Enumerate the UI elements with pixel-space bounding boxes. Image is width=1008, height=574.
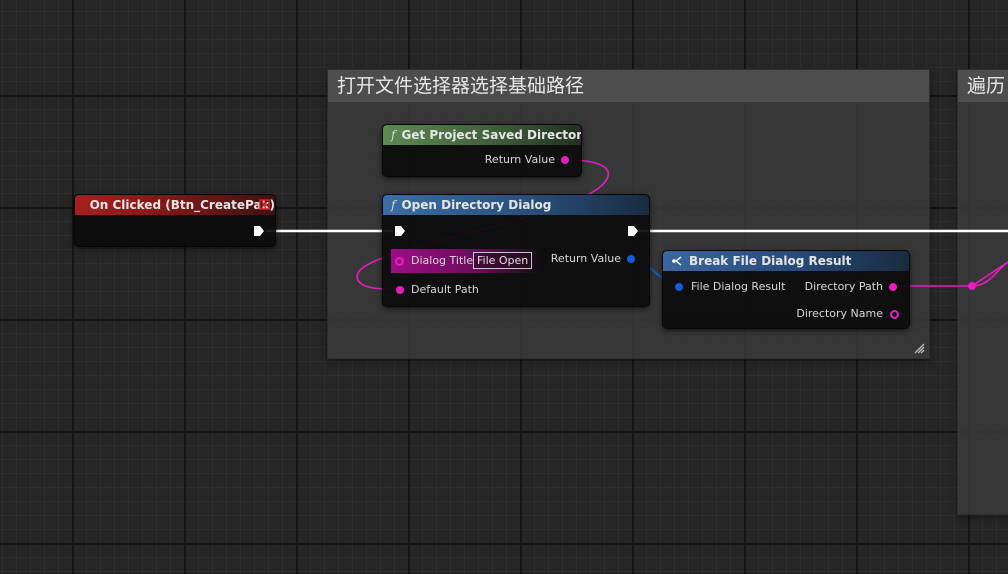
node-title: Break File Dialog Result [689,254,852,268]
break-file-dialog-result-node[interactable]: Break File Dialog Result File Dialog Res… [662,250,910,329]
return-value-pin[interactable] [627,255,635,263]
break-struct-icon [672,256,682,266]
dialog-title-input[interactable]: File Open [473,252,533,269]
comment-title[interactable]: 打开文件选择器选择基础路径 [328,70,929,102]
node-header[interactable]: On Clicked (Btn_CreatePak) [75,195,275,215]
node-header[interactable]: f Get Project Saved Directory [383,125,581,145]
dialog-title-label: Dialog Title [411,254,474,267]
resize-grip-icon[interactable] [914,343,925,354]
node-title: Get Project Saved Directory [401,128,581,142]
get-project-saved-directory-node[interactable]: f Get Project Saved Directory Return Val… [382,124,582,177]
file-dialog-result-pin[interactable] [675,283,683,291]
directory-path-pin[interactable] [889,283,897,291]
function-f-icon: f [391,198,396,212]
directory-name-label: Directory Name [796,307,883,320]
directory-path-label: Directory Path [804,280,883,293]
return-value-label: Return Value [550,252,621,265]
diamond-event-icon [83,204,84,206]
default-path-pin[interactable] [396,286,404,294]
delegate-square-icon[interactable] [259,199,270,210]
function-f-icon: f [391,128,396,142]
node-header[interactable]: Break File Dialog Result [663,251,909,271]
dialog-title-pin[interactable] [395,257,404,266]
directory-name-pin[interactable] [890,310,899,319]
node-header[interactable]: f Open Directory Dialog [383,195,649,215]
comment-box-traverse[interactable]: 遍历 [957,69,1008,515]
exec-out-pin-icon[interactable] [253,225,265,237]
comment-title[interactable]: 遍历 [958,70,1008,102]
open-directory-dialog-node[interactable]: f Open Directory Dialog Dialog Title Fil… [382,194,650,307]
exec-out-pin-icon[interactable] [627,225,639,237]
node-title: Open Directory Dialog [401,198,552,212]
file-dialog-result-label: File Dialog Result [691,280,786,293]
return-value-label: Return Value [484,153,555,166]
node-title: On Clicked (Btn_CreatePak) [89,198,275,212]
default-path-label: Default Path [411,283,479,296]
on-clicked-event-node[interactable]: On Clicked (Btn_CreatePak) [74,194,276,247]
return-value-pin[interactable] [561,156,569,164]
exec-in-pin-icon[interactable] [394,225,406,237]
